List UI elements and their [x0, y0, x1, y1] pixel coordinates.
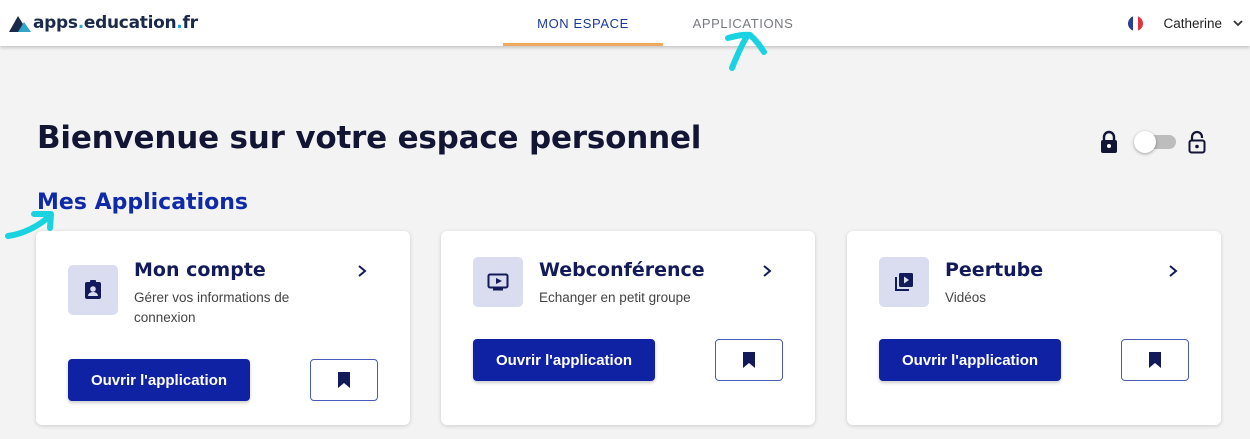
app-card-webconference[interactable]: Webconférence Echanger en petit groupe O… [441, 231, 815, 425]
video-screen-icon [473, 257, 523, 307]
card-title: Mon compte [134, 259, 266, 281]
user-menu[interactable]: Catherine [1128, 0, 1244, 46]
bookmark-icon [743, 352, 755, 368]
bookmark-button[interactable] [715, 339, 783, 381]
page-title: Bienvenue sur votre espace personnel [37, 120, 702, 156]
contact-badge-icon [68, 265, 118, 315]
toggle-knob [1134, 131, 1156, 153]
bookmark-button[interactable] [310, 359, 378, 401]
tab-applications[interactable]: APPLICATIONS [673, 0, 813, 46]
chevron-right-icon[interactable] [1167, 264, 1179, 278]
card-description: Vidéos [945, 290, 987, 305]
site-logo[interactable]: apps.education.fr [9, 10, 198, 36]
user-name: Catherine [1163, 15, 1222, 31]
lock-toggle-area [1100, 127, 1206, 157]
logo-mountain-icon [9, 16, 31, 32]
video-library-icon [879, 257, 929, 307]
bookmark-icon [1149, 352, 1161, 368]
card-description: Gérer vos informations de connexion [134, 290, 290, 325]
france-flag-icon [1128, 15, 1144, 31]
tab-mon-espace-label: MON ESPACE [537, 15, 629, 31]
tab-applications-label: APPLICATIONS [692, 15, 794, 31]
tab-mon-espace[interactable]: MON ESPACE [503, 0, 663, 46]
app-card-peertube[interactable]: Peertube Vidéos Ouvrir l'application [847, 231, 1221, 425]
chevron-right-icon[interactable] [356, 264, 368, 278]
open-application-button[interactable]: Ouvrir l'application [879, 339, 1061, 381]
open-application-button[interactable]: Ouvrir l'application [68, 359, 250, 401]
active-tab-indicator [503, 43, 663, 46]
open-application-button[interactable]: Ouvrir l'application [473, 339, 655, 381]
lock-toggle-switch[interactable] [1134, 131, 1176, 153]
lock-open-icon [1188, 130, 1206, 154]
card-title: Webconférence [539, 259, 705, 281]
logo-text: apps.education.fr [33, 13, 198, 33]
chevron-down-icon [1233, 20, 1243, 27]
bookmark-icon [338, 372, 350, 388]
chevron-right-icon[interactable] [761, 264, 773, 278]
section-title-mes-applications: Mes Applications [37, 190, 248, 215]
card-description: Echanger en petit groupe [539, 290, 691, 305]
lock-closed-icon [1101, 130, 1117, 153]
top-header: apps.education.fr MON ESPACE APPLICATION… [0, 0, 1250, 46]
bookmark-button[interactable] [1121, 339, 1189, 381]
card-title: Peertube [945, 259, 1044, 281]
app-card-mon-compte[interactable]: Mon compte Gérer vos informations de con… [36, 231, 410, 425]
